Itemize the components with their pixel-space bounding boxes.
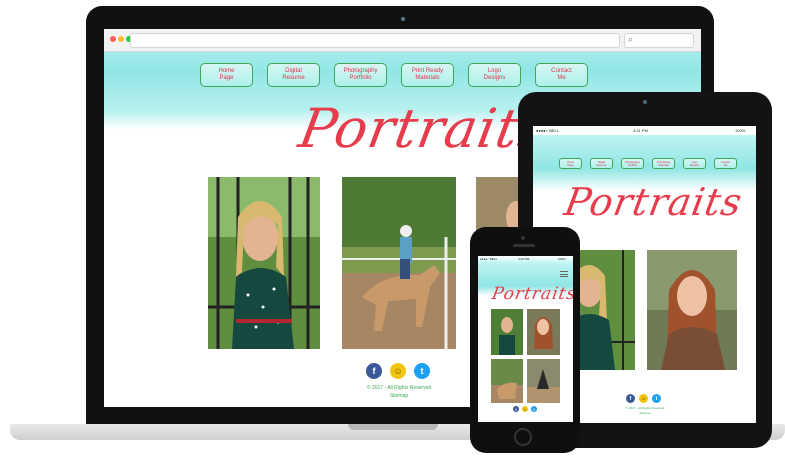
nav-label: Print Ready Materials <box>656 160 671 167</box>
twitter-icon[interactable]: t <box>531 406 537 412</box>
snapchat-icon[interactable]: ☺ <box>639 394 648 403</box>
browser-toolbar: ⌕ <box>104 29 701 52</box>
phone-status-battery: 100% <box>558 257 566 261</box>
nav-contact-me[interactable]: Contact Me <box>535 63 588 87</box>
nav-print-ready-materials[interactable]: Print Ready Materials <box>652 158 675 169</box>
nav-label: Contact Me <box>551 68 572 81</box>
portrait-photo-fence[interactable] <box>208 177 320 349</box>
tablet-footer-sitemap[interactable]: Sitemap <box>605 411 685 415</box>
tablet-footer-copyright: © 2017 - All Rights Reserved <box>625 406 665 410</box>
nav-logo-designs[interactable]: Logo Designs <box>683 158 706 169</box>
phone-home-button[interactable] <box>514 428 532 446</box>
nav-label: Digital Resume <box>596 160 607 167</box>
tablet-camera <box>643 100 647 104</box>
hamburger-menu-icon[interactable] <box>560 271 568 277</box>
tablet-photo-redhead[interactable] <box>647 250 737 370</box>
phone-camera <box>521 236 525 240</box>
nav-home-page[interactable]: Home Page <box>559 158 582 169</box>
nav-digital-resume[interactable]: Digital Resume <box>267 63 320 87</box>
status-battery: 100% <box>735 128 746 133</box>
social-links: f ☺ t <box>366 363 436 381</box>
nav-home-page[interactable]: Home Page <box>200 63 253 87</box>
laptop-notch <box>348 424 438 430</box>
phone-speaker <box>513 244 535 247</box>
facebook-icon[interactable]: f <box>366 363 382 379</box>
nav-label: Digital Resume <box>282 68 305 81</box>
facebook-icon[interactable]: f <box>513 406 519 412</box>
footer-sitemap-link[interactable]: Sitemap <box>344 393 454 399</box>
phone-photo-2[interactable] <box>527 309 560 355</box>
twitter-icon[interactable]: t <box>652 394 661 403</box>
minimize-window-dot[interactable] <box>118 36 124 42</box>
phone-screen: ●●●●○ BELL 4:20 PM 100% Portraits f ☺ t <box>478 256 573 422</box>
tablet-social-links: f ☺ t <box>626 394 670 406</box>
nav-label: Photography Portfolio <box>343 68 378 81</box>
status-carrier: ●●●●○ BELL <box>536 128 559 133</box>
nav-label: Photography Portfolio <box>625 160 640 167</box>
search-icon: ⌕ <box>628 34 634 44</box>
browser-search-box[interactable]: ⌕ <box>624 33 694 48</box>
page-title: Portraits <box>294 97 554 160</box>
portrait-photo-horse[interactable] <box>342 177 456 349</box>
phone-status-carrier: ●●●●○ BELL <box>480 257 498 261</box>
laptop-camera <box>401 17 405 21</box>
tablet-nav: Home Page Digital Resume Photography Por… <box>559 158 739 172</box>
phone-status-time: 4:20 PM <box>518 257 530 261</box>
snapchat-icon[interactable]: ☺ <box>522 406 528 412</box>
status-time: 4:21 PM <box>633 128 648 133</box>
nav-photography-portfolio[interactable]: Photography Portfolio <box>621 158 644 169</box>
phone-photo-4[interactable] <box>527 359 560 403</box>
phone-social-links: f ☺ t <box>513 406 541 414</box>
address-bar[interactable] <box>130 33 620 48</box>
phone-photo-3[interactable] <box>491 359 523 403</box>
nav-label: Logo Designs <box>689 160 700 167</box>
nav-label: Home Page <box>218 68 235 81</box>
nav-contact-me[interactable]: Contact Me <box>714 158 737 169</box>
twitter-icon[interactable]: t <box>414 363 430 379</box>
close-window-dot[interactable] <box>110 36 116 42</box>
tablet-status-bar: ●●●●○ BELL 4:21 PM 100% <box>533 126 756 135</box>
nav-photography-portfolio[interactable]: Photography Portfolio <box>334 63 387 87</box>
footer-copyright: © 2017 - All Rights Reserved <box>366 385 432 391</box>
nav-label: Print Ready Materials <box>411 68 444 81</box>
snapchat-icon[interactable]: ☺ <box>390 363 406 379</box>
nav-label: Home Page <box>567 160 574 167</box>
tablet-page-title: Portraits <box>561 180 746 224</box>
nav-label: Contact Me <box>721 160 730 167</box>
nav-logo-designs[interactable]: Logo Designs <box>468 63 521 87</box>
nav-label: Logo Designs <box>483 68 506 81</box>
facebook-icon[interactable]: f <box>626 394 635 403</box>
phone-photo-1[interactable] <box>491 309 523 355</box>
desktop-nav: Home Page Digital Resume Photography Por… <box>200 63 600 89</box>
nav-print-ready-materials[interactable]: Print Ready Materials <box>401 63 454 87</box>
nav-digital-resume[interactable]: Digital Resume <box>590 158 613 169</box>
phone-page-title: Portraits <box>490 284 573 304</box>
